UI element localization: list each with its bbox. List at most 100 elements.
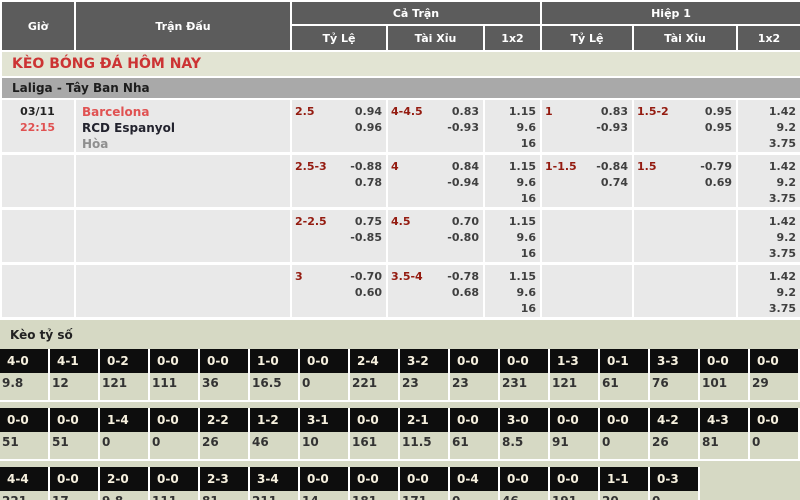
score-odds-cell[interactable]: 0-0171 [400, 467, 450, 500]
score-odds-cell[interactable]: 0-0191 [550, 467, 600, 500]
score-odds-value: 17 [50, 491, 98, 500]
score-odds-cell[interactable]: 0-061 [450, 408, 500, 461]
score-odds-cell[interactable]: 0-046 [500, 467, 550, 500]
score-odds-cell[interactable]: 4-4221 [0, 467, 50, 500]
score-odds-cell[interactable]: 0-051 [0, 408, 50, 461]
score-odds-cell[interactable]: 2-381 [200, 467, 250, 500]
h1-1x2-cell[interactable]: 1.42 9.2 3.75 [737, 154, 800, 209]
score-label: 0-0 [50, 467, 98, 491]
score-odds-cell[interactable]: 0-036 [200, 349, 250, 402]
ft-over-under-cell[interactable]: 3.5-4-0.78 0.68 [387, 264, 484, 319]
score-odds-cell[interactable]: 2-4221 [350, 349, 400, 402]
score-odds-cell[interactable]: 0-0111 [150, 467, 200, 500]
score-label: 0-0 [750, 349, 798, 373]
score-odds-cell[interactable]: 3-110 [300, 408, 350, 461]
score-odds-cell[interactable]: 0-051 [50, 408, 100, 461]
ft-1x2-cell[interactable]: 1.15 9.6 16 [484, 99, 541, 154]
ft-over-under-cell[interactable]: 40.84 -0.94 [387, 154, 484, 209]
h1-over-under-cell[interactable]: 1.5-20.95 0.95 [633, 99, 737, 154]
score-odds-value: 11.5 [400, 432, 448, 459]
score-odds-cell[interactable]: 0-029 [750, 349, 800, 402]
score-odds-cell[interactable]: 0-091 [550, 408, 600, 461]
odds-x: 9.6 [488, 230, 536, 246]
ft-handicap-cell[interactable]: 2.50.94 0.96 [291, 99, 387, 154]
score-odds-cell[interactable]: 2-09.8 [100, 467, 150, 500]
score-odds-cell[interactable]: 0-014 [300, 467, 350, 500]
correct-score-section: Kèo tỷ số 4-09.84-1120-21210-01110-0361-… [0, 320, 800, 500]
score-odds-value: 61 [600, 373, 648, 400]
score-label: 2-4 [350, 349, 398, 373]
page-section-title: KÈO BÓNG ĐÁ HÔM NAY [1, 51, 800, 77]
score-odds-cell[interactable]: 0-0101 [700, 349, 750, 402]
score-odds-cell[interactable]: 2-226 [200, 408, 250, 461]
ft-over-under-cell[interactable]: 4-4.50.83 -0.93 [387, 99, 484, 154]
score-odds-cell[interactable]: 2-111.5 [400, 408, 450, 461]
score-odds-cell[interactable]: 0-0181 [350, 467, 400, 500]
score-label: 0-1 [600, 349, 648, 373]
score-odds-value: 16.5 [250, 373, 298, 400]
score-odds-cell[interactable]: 1-3121 [550, 349, 600, 402]
score-odds-cell[interactable]: 1-120 [600, 467, 650, 500]
score-odds-cell[interactable]: 0-30 [650, 467, 700, 500]
score-odds-cell[interactable]: 0-00 [600, 408, 650, 461]
match-teams-cell[interactable]: Barcelona RCD Espanyol Hòa [75, 99, 291, 154]
home-team[interactable]: Barcelona [82, 104, 286, 120]
score-odds-cell[interactable]: 0-00 [750, 408, 800, 461]
odds-under: -0.93 [545, 120, 628, 136]
odds-row: 03/11 22:15 Barcelona RCD Espanyol Hòa 2… [1, 99, 800, 154]
score-odds-cell[interactable]: 1-016.5 [250, 349, 300, 402]
ft-1x2-cell[interactable]: 1.15 9.6 16 [484, 264, 541, 319]
score-label: 0-0 [550, 467, 598, 491]
score-odds-cell[interactable]: 4-381 [700, 408, 750, 461]
ft-handicap-cell[interactable]: 2-2.50.75 -0.85 [291, 209, 387, 264]
score-odds-cell[interactable]: 0-40 [450, 467, 500, 500]
h1-handicap-cell[interactable]: 10.83 -0.93 [541, 99, 633, 154]
score-odds-cell[interactable]: 0-0161 [350, 408, 400, 461]
score-label: 0-0 [500, 467, 548, 491]
h1-1x2-cell[interactable]: 1.42 9.2 3.75 [737, 264, 800, 319]
ft-handicap-cell[interactable]: 2.5-3-0.88 0.78 [291, 154, 387, 209]
over-under-line: 3.5-4 [391, 269, 423, 285]
over-under-line: 1.5-2 [637, 104, 669, 120]
score-odds-cell[interactable]: 3-223 [400, 349, 450, 402]
score-odds-value: 0 [100, 432, 148, 459]
ft-1x2-cell[interactable]: 1.15 9.6 16 [484, 154, 541, 209]
score-odds-cell[interactable]: 1-246 [250, 408, 300, 461]
odds-under: 0.74 [545, 175, 628, 191]
h1-over-under-cell[interactable]: 1.5-0.79 0.69 [633, 154, 737, 209]
score-odds-cell[interactable]: 4-226 [650, 408, 700, 461]
odds-x: 9.6 [488, 175, 536, 191]
score-odds-cell[interactable]: 0-0231 [500, 349, 550, 402]
score-label: 2-1 [400, 408, 448, 432]
ft-1x2-cell[interactable]: 1.15 9.6 16 [484, 209, 541, 264]
odds-over: 0.84 [452, 159, 479, 175]
score-odds-cell[interactable]: 0-0111 [150, 349, 200, 402]
over-under-line: 4-4.5 [391, 104, 423, 120]
score-odds-cell[interactable]: 0-017 [50, 467, 100, 500]
odds-2: 16 [488, 191, 536, 207]
score-label: 4-1 [50, 349, 98, 373]
score-odds-cell[interactable]: 0-00 [150, 408, 200, 461]
score-label: 3-4 [250, 467, 298, 491]
score-odds-cell[interactable]: 1-40 [100, 408, 150, 461]
ft-over-under-cell[interactable]: 4.50.70 -0.80 [387, 209, 484, 264]
odds-2: 3.75 [741, 191, 796, 207]
h1-handicap-cell[interactable]: 1-1.5-0.84 0.74 [541, 154, 633, 209]
h1-1x2-cell[interactable]: 1.42 9.2 3.75 [737, 209, 800, 264]
away-team[interactable]: RCD Espanyol [82, 120, 286, 136]
score-odds-cell[interactable]: 0-023 [450, 349, 500, 402]
ft-handicap-cell[interactable]: 3-0.70 0.60 [291, 264, 387, 319]
score-odds-cell[interactable]: 3-376 [650, 349, 700, 402]
score-odds-cell[interactable]: 3-08.5 [500, 408, 550, 461]
score-odds-cell[interactable]: 4-09.8 [0, 349, 50, 402]
score-odds-cell[interactable]: 4-112 [50, 349, 100, 402]
h1-1x2-cell[interactable]: 1.42 9.2 3.75 [737, 99, 800, 154]
score-row: 0-0510-0511-400-002-2261-2463-1100-01612… [0, 408, 800, 461]
score-odds-cell[interactable]: 0-161 [600, 349, 650, 402]
match-time-cell: 03/11 22:15 [1, 99, 75, 154]
score-odds-cell[interactable]: 0-00 [300, 349, 350, 402]
score-odds-cell[interactable]: 0-2121 [100, 349, 150, 402]
score-odds-value: 12 [50, 373, 98, 400]
score-odds-cell[interactable]: 3-4211 [250, 467, 300, 500]
odds-row: 2-2.50.75 -0.85 4.50.70 -0.80 1.15 9.6 1… [1, 209, 800, 264]
